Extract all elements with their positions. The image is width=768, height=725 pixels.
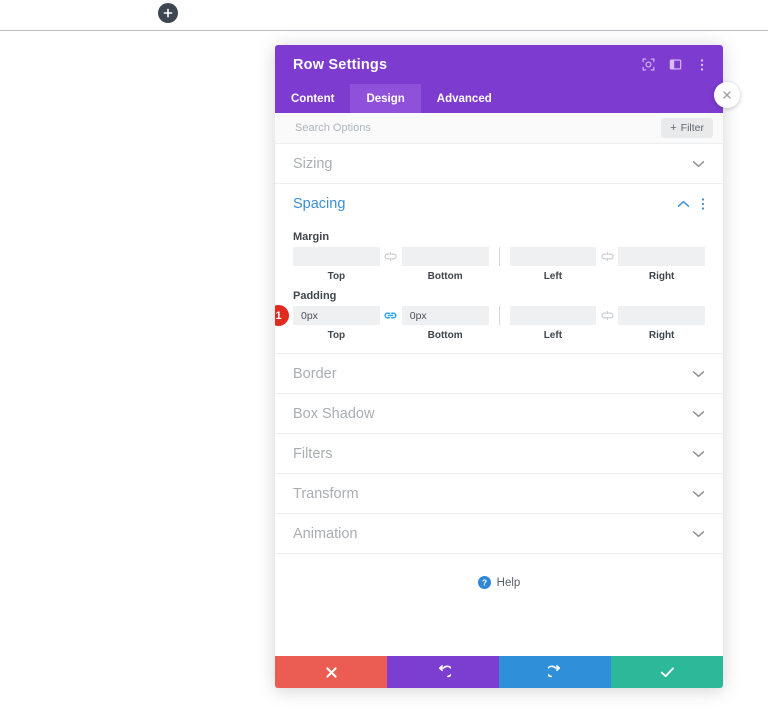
tab-advanced[interactable]: Advanced — [421, 84, 508, 113]
padding-bottom-field-wrap: 0px Bottom — [401, 306, 489, 341]
chevron-down-icon — [692, 450, 705, 458]
kebab-menu-icon[interactable] — [695, 58, 709, 72]
chevron-down-icon — [692, 410, 705, 418]
filter-button-label: Filter — [680, 122, 704, 134]
add-section-button[interactable] — [158, 3, 178, 23]
plus-icon: + — [670, 121, 677, 134]
broken-link-icon[interactable] — [596, 306, 618, 325]
chevron-down-icon — [692, 160, 705, 168]
padding-right-caption: Right — [648, 330, 675, 341]
panel-header: Row Settings — [275, 45, 723, 84]
padding-bottom-caption: Bottom — [427, 330, 463, 341]
panel-header-actions — [641, 58, 709, 72]
check-icon — [660, 666, 675, 679]
cancel-button[interactable] — [275, 656, 387, 688]
search-row: + Filter — [275, 113, 723, 144]
search-input[interactable] — [293, 121, 662, 135]
section-spacing: Spacing Margin Top Bottom Left Right Pad… — [275, 184, 723, 354]
margin-vertical-group: Top Bottom — [293, 247, 489, 282]
padding-vertical-group: 0px Top 0px Bottom — [293, 306, 489, 341]
x-icon — [325, 666, 338, 679]
margin-right-input[interactable] — [618, 247, 705, 266]
plus-icon — [163, 8, 173, 18]
section-spacing-actions — [677, 197, 705, 211]
section-box-shadow-label: Box Shadow — [293, 405, 375, 422]
padding-left-input[interactable] — [509, 306, 597, 325]
tab-design[interactable]: Design — [350, 84, 421, 113]
undo-button[interactable] — [387, 656, 499, 688]
margin-top-input[interactable] — [293, 247, 380, 266]
panel-footer — [275, 656, 723, 688]
row-settings-modal: Row Settings Content Design Advanced Sea… — [275, 45, 723, 688]
chevron-down-icon — [692, 370, 705, 378]
margin-right-field-wrap: Right — [618, 247, 705, 282]
chevron-down-icon — [692, 530, 705, 538]
margin-left-caption: Left — [543, 271, 563, 282]
page-title: Row Settings — [293, 56, 388, 73]
chevron-up-icon[interactable] — [677, 200, 690, 208]
svg-text:?: ? — [482, 578, 487, 588]
padding-group-label: Padding — [293, 290, 337, 302]
close-settings-button[interactable] — [714, 82, 740, 108]
padding-fields-row: 1 0px Top 0px Bottom Left Right — [275, 305, 705, 341]
filter-button[interactable]: + Filter — [661, 118, 713, 138]
padding-horizontal-group: Left Right — [509, 306, 705, 341]
broken-link-icon[interactable] — [596, 247, 618, 266]
panel-layout-icon[interactable] — [668, 58, 682, 72]
section-border[interactable]: Border — [275, 354, 723, 394]
tab-content[interactable]: Content — [275, 84, 350, 113]
section-sizing[interactable]: Sizing — [275, 144, 723, 184]
section-spacing-body: Margin Top Bottom Left Right Padding 1 0… — [275, 231, 723, 353]
section-border-label: Border — [293, 365, 337, 382]
section-filters-label: Filters — [293, 445, 333, 462]
margin-bottom-input[interactable] — [401, 247, 489, 266]
margin-right-caption: Right — [648, 271, 675, 282]
status-badge: 1 — [275, 305, 289, 326]
focus-target-icon[interactable] — [641, 58, 655, 72]
close-icon — [722, 90, 732, 100]
section-filters[interactable]: Filters — [275, 434, 723, 474]
margin-bottom-caption: Bottom — [427, 271, 463, 282]
undo-arrow-icon — [436, 664, 451, 680]
section-animation[interactable]: Animation — [275, 514, 723, 554]
margin-bottom-field-wrap: Bottom — [401, 247, 489, 282]
padding-top-input[interactable]: 0px — [293, 306, 380, 325]
margin-top-field-wrap: Top — [293, 247, 380, 282]
redo-arrow-icon — [547, 664, 563, 680]
padding-bottom-input[interactable]: 0px — [401, 306, 489, 325]
section-box-shadow[interactable]: Box Shadow — [275, 394, 723, 434]
margin-horizontal-group: Left Right — [509, 247, 705, 282]
margin-fields-row: Top Bottom Left Right — [293, 247, 705, 282]
section-animation-label: Animation — [293, 525, 358, 542]
panel-tabs: Content Design Advanced — [275, 84, 723, 113]
padding-group-divider — [498, 306, 500, 325]
padding-right-field-wrap: Right — [618, 306, 705, 341]
section-spacing-label: Spacing — [293, 195, 346, 212]
section-transform-label: Transform — [293, 485, 359, 502]
chevron-down-icon — [692, 490, 705, 498]
padding-top-caption: Top — [327, 330, 346, 341]
broken-link-icon[interactable] — [380, 247, 402, 266]
padding-right-input[interactable] — [618, 306, 705, 325]
margin-group-label: Margin — [293, 231, 330, 243]
page-divider — [0, 30, 768, 31]
margin-left-field-wrap: Left — [509, 247, 597, 282]
kebab-menu-icon[interactable] — [701, 197, 705, 211]
section-spacing-header[interactable]: Spacing — [275, 184, 723, 223]
section-transform[interactable]: Transform — [275, 474, 723, 514]
padding-top-field-wrap: 0px Top — [293, 306, 380, 341]
help-link[interactable]: ? Help — [275, 554, 723, 611]
panel-body: Sizing Spacing Margin Top Bottom Left Ri… — [275, 144, 723, 656]
linked-chain-icon[interactable] — [380, 306, 402, 325]
margin-left-input[interactable] — [509, 247, 597, 266]
margin-top-caption: Top — [327, 271, 346, 282]
question-circle-icon: ? — [477, 576, 491, 589]
padding-left-caption: Left — [543, 330, 563, 341]
padding-left-field-wrap: Left — [509, 306, 597, 341]
margin-group-divider — [498, 247, 500, 266]
section-sizing-label: Sizing — [293, 155, 333, 172]
help-label: Help — [496, 576, 521, 589]
redo-button[interactable] — [499, 656, 611, 688]
save-button[interactable] — [611, 656, 723, 688]
